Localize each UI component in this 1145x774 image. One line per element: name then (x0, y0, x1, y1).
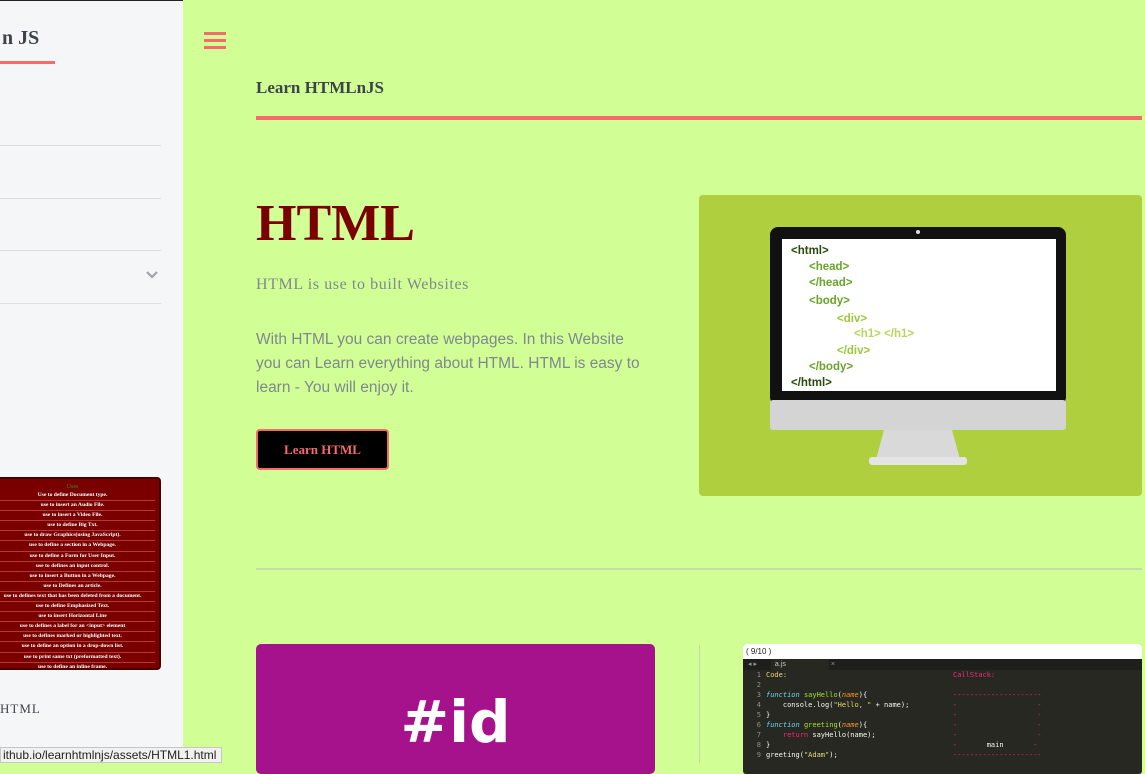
editor-tab: a.js (770, 659, 829, 670)
code-token: </body> (809, 361, 853, 373)
table-row: use to defines marked or highlighted tex… (0, 632, 155, 643)
table-row: use to draw Graphics(using JavaScript). (0, 531, 155, 542)
sidebar-item-html[interactable]: HTML (0, 701, 41, 717)
table-row: use to define an inline frame. (0, 663, 155, 668)
section-divider (256, 568, 1142, 570)
table-row: use to define Emphasized Text. (0, 602, 155, 613)
code-token: <div> (837, 313, 867, 325)
sidebar-divider (0, 145, 161, 146)
banner-title: HTML (256, 195, 415, 252)
hamburger-menu-icon[interactable] (204, 32, 226, 52)
table-row: use to Defines an article. (0, 582, 155, 592)
table-rows: Use to define Document type. use to inser… (0, 491, 155, 668)
slide-counter: ( 9/10 ) (743, 644, 1142, 659)
code-token: </html> (791, 377, 832, 389)
code-token: <html> (791, 245, 829, 257)
chevron-down-icon[interactable] (145, 267, 159, 283)
table-row: use to defines a label for an <input> el… (0, 622, 155, 633)
table-row: Use to define Document type. (0, 491, 155, 502)
header-underline (256, 116, 1142, 120)
table-row: use to insert a Video File. (0, 511, 155, 522)
code-token: <body> (809, 295, 850, 307)
code-token: <h1> </h1> (854, 328, 914, 340)
id-card-text: #id (400, 688, 511, 756)
code-editor-screenshot[interactable]: ( 9/10 ) ◂ ▸ a.js × 1 Code: CallStack: 2 3… (743, 644, 1142, 774)
sidebar-divider (0, 303, 161, 304)
learn-html-button[interactable]: Learn HTML (256, 429, 389, 470)
code-token: </div> (837, 345, 871, 357)
code-token: <head> (809, 261, 850, 273)
table-row: use to defines an input control. (0, 562, 155, 572)
site-logo[interactable]: Learn HTMLnJS (256, 78, 384, 98)
table-header: Uses (66, 484, 79, 490)
editor-tabs: ◂ ▸ a.js × (743, 659, 1142, 670)
column-divider (699, 645, 700, 763)
table-row: use to print same txt (preformatted text… (0, 653, 155, 663)
sidebar-title: n JS (2, 27, 40, 49)
table-row: use to insert an Audio File. (0, 501, 155, 512)
table-row: use to define an option in a drop-down l… (0, 642, 155, 653)
sidebar-title-underline (0, 61, 55, 64)
sidebar: n JS Uses Use to define Document type. us… (0, 0, 183, 763)
html-tags-table-image: Uses Use to define Document type. use to … (0, 477, 161, 670)
code-label: Code: (766, 671, 788, 679)
sidebar-divider (0, 250, 161, 251)
table-row: use to insert Horizontal Line (0, 612, 155, 623)
code-token: </head> (809, 277, 853, 289)
sidebar-divider (0, 198, 161, 199)
table-row: use to define a Form for User Input. (0, 552, 155, 562)
table-row: use to insert a Button in a Webpage. (0, 572, 155, 582)
table-row: use to define Big Txt. (0, 521, 155, 532)
banner-text: With HTML you can create webpages. In th… (256, 331, 640, 396)
table-row: use to define a section in a Webpage. (0, 541, 155, 552)
monitor-html-image: <html> <head> </head> <body> <div> <h1> … (699, 195, 1142, 496)
table-row: use to defines text that has been delete… (0, 592, 155, 603)
id-selector-card-image[interactable]: #id (256, 644, 655, 774)
callstack-label: CallStack: (953, 671, 996, 679)
callstack-main: main (986, 741, 1004, 749)
status-bar-url: ithub.io/learnhtmlnjs/assets/HTML1.html (0, 747, 222, 763)
banner-subtitle: HTML is use to built Websites (256, 276, 469, 293)
